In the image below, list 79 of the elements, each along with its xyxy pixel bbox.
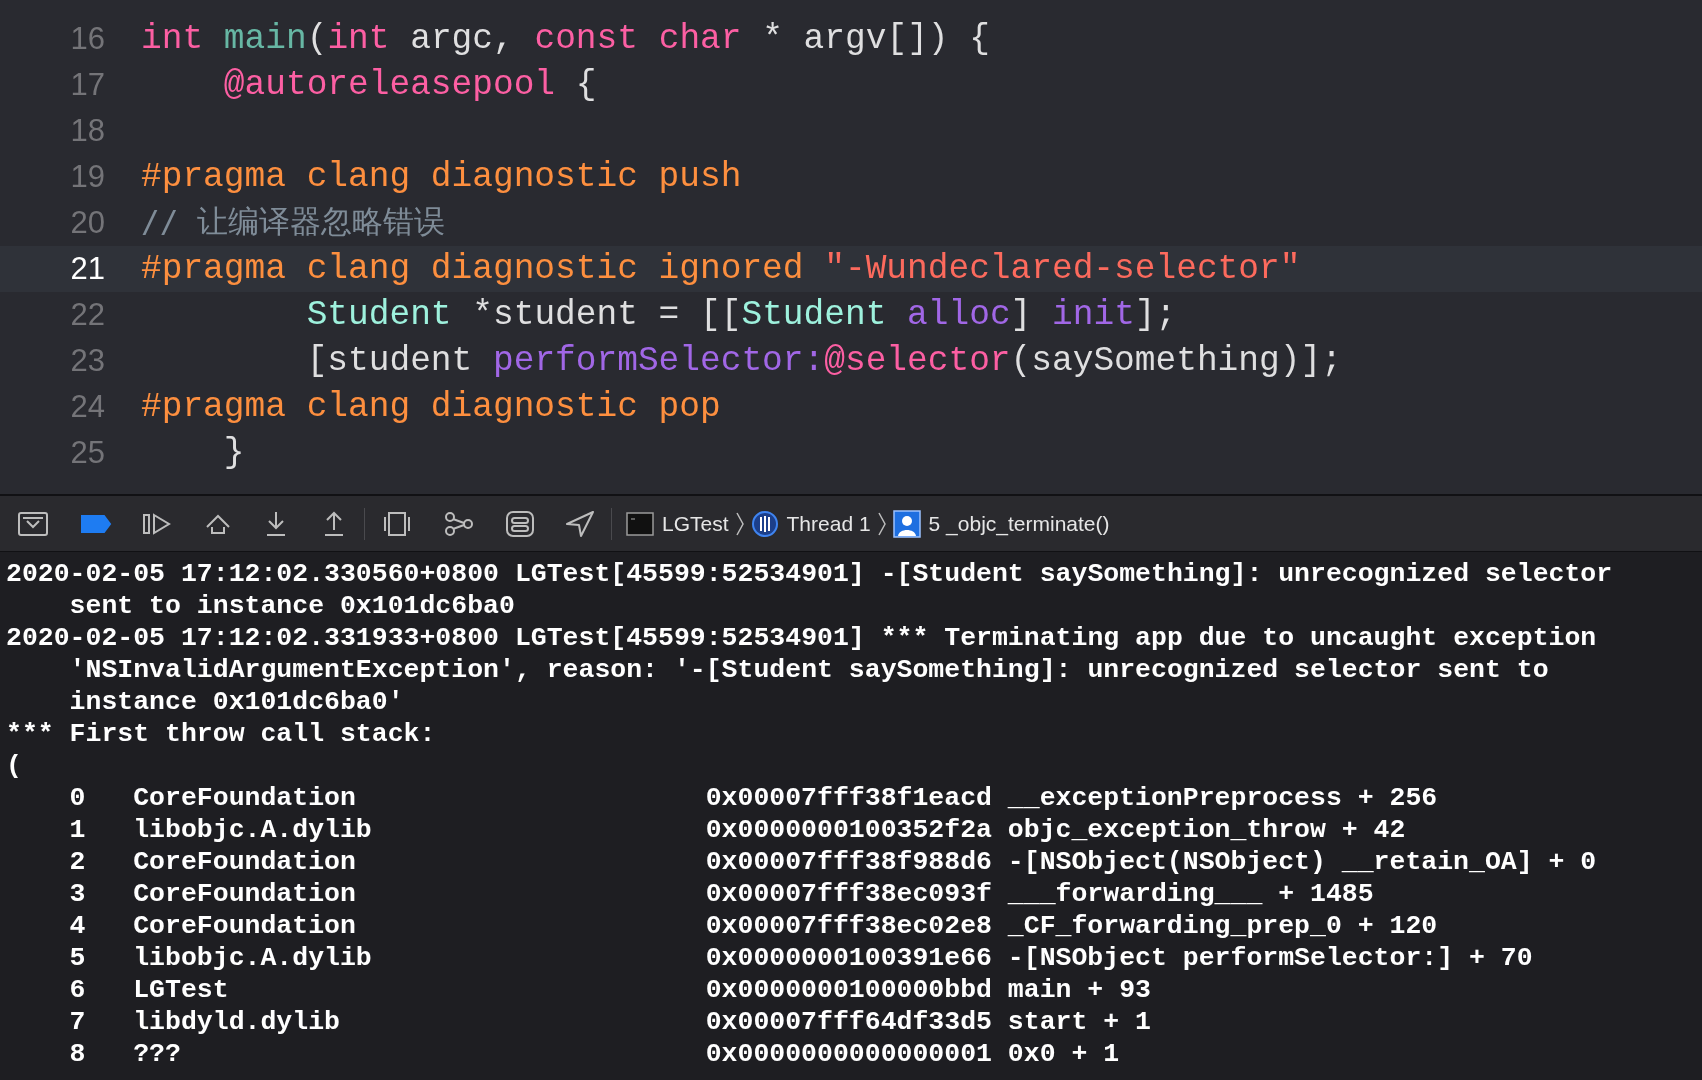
- hide-debug-area-icon[interactable]: [18, 510, 48, 537]
- code-line: #pragma clang diagnostic push: [141, 156, 742, 199]
- frame-symbol: start + 1: [1007, 1007, 1151, 1037]
- code-line: [student performSelector:@selector(saySomething)];: [305, 340, 1342, 383]
- line-number: 17: [69, 65, 105, 104]
- frame-index: 2: [69, 847, 86, 877]
- console-output-line: sent to instance 0x101dc6ba0: [69, 591, 515, 621]
- frame-address: 0x00007fff38f1eacd: [705, 783, 992, 813]
- frame-library: libdyld.dylib: [133, 1007, 340, 1037]
- console-output-line: (: [6, 751, 22, 781]
- frame-library: ???: [133, 1039, 181, 1069]
- continue-icon[interactable]: [142, 511, 172, 536]
- thread-icon: [750, 509, 779, 538]
- frame-index: 3: [69, 879, 86, 909]
- frame-library: CoreFoundation: [133, 783, 356, 813]
- console-output-line: 'NSInvalidArgumentException', reason: '-[Student saySomething]: unrecognized selector sent to: [69, 655, 1549, 685]
- frame-library: libobjc.A.dylib: [133, 943, 372, 973]
- frame-symbol: objc_exception_throw + 42: [1007, 815, 1406, 845]
- frame-symbol: _CF_forwarding_prep_0 + 120: [1007, 911, 1438, 941]
- breakpoints-toggle-icon[interactable]: [80, 513, 112, 534]
- frame-address: 0x00007fff64df33d5: [705, 1007, 992, 1037]
- frame-index: 0: [69, 783, 86, 813]
- frame-symbol: 0x0 + 1: [1007, 1039, 1120, 1069]
- frame-symbol: __exceptionPreprocess + 256: [1007, 783, 1438, 813]
- line-number: 25: [69, 433, 105, 472]
- code-line: #pragma clang diagnostic pop: [141, 386, 721, 429]
- location-arrow-icon[interactable]: [565, 509, 595, 538]
- line-number: 18: [69, 111, 105, 150]
- line-number: 16: [69, 19, 105, 58]
- breadcrumb-item[interactable]: LGTest: [662, 507, 729, 540]
- code-line: @autoreleasepool {: [222, 64, 597, 107]
- line-number: 23: [69, 341, 105, 380]
- frame-library: CoreFoundation: [133, 879, 356, 909]
- chevron-icon: [734, 510, 745, 537]
- frame-index: 6: [69, 975, 86, 1005]
- console-output-line: 2020-02-05 17:12:02.330560+0800 LGTest[45599:52534901] -[Student saySomething]: unrecognized selector: [6, 559, 1613, 589]
- frame-address: 0x0000000100000bbd: [705, 975, 992, 1005]
- user-frame-icon: [892, 509, 921, 538]
- line-number: 21: [69, 249, 105, 288]
- frame-index: 4: [69, 911, 86, 941]
- frame-symbol: main + 93: [1007, 975, 1151, 1005]
- frame-address: 0x0000000000000001: [705, 1039, 992, 1069]
- frame-library: CoreFoundation: [133, 911, 356, 941]
- chevron-icon: [876, 510, 887, 537]
- frame-index: 8: [69, 1039, 86, 1069]
- view-hierarchy-icon[interactable]: [383, 509, 411, 538]
- frame-address: 0x0000000100352f2a: [705, 815, 992, 845]
- environment-overrides-icon[interactable]: [505, 509, 535, 538]
- frame-symbol: -[NSObject(NSObject) __retain_OA] + 0: [1007, 847, 1597, 877]
- frame-address: 0x00007fff38f988d6: [705, 847, 992, 877]
- frame-address: 0x00007fff38ec02e8: [705, 911, 992, 941]
- frame-index: 1: [69, 815, 86, 845]
- code-line: int main(int argc, const char * argv[]) {: [141, 18, 990, 61]
- frame-index: 5: [69, 943, 86, 973]
- frame-library: libobjc.A.dylib: [133, 815, 372, 845]
- breadcrumb-item[interactable]: Thread 1: [786, 507, 871, 540]
- code-comment: // 让编译器忽略错误: [141, 202, 445, 242]
- console-output-line: 2020-02-05 17:12:02.331933+0800 LGTest[45599:52534901] *** Terminating app due to uncaught exception: [6, 623, 1597, 653]
- frame-address: 0x00007fff38ec093f: [705, 879, 992, 909]
- console-output-line: instance 0x101dc6ba0': [69, 687, 404, 717]
- breadcrumb-item[interactable]: 5 _objc_terminate(): [928, 507, 1110, 540]
- line-number: 20: [69, 203, 105, 242]
- console-output-line: *** First throw call stack:: [6, 719, 436, 749]
- frame-symbol: -[NSObject performSelector:] + 70: [1007, 943, 1533, 973]
- memory-graph-icon[interactable]: [443, 509, 475, 538]
- line-number: 24: [69, 387, 105, 426]
- code-line: #pragma clang diagnostic ignored "-Wundeclared-selector": [141, 248, 1301, 291]
- frame-library: LGTest: [133, 975, 229, 1005]
- code-line: Student *student = [[Student alloc] init];: [305, 294, 1177, 337]
- frame-address: 0x0000000100391e66: [705, 943, 992, 973]
- step-into-icon[interactable]: [264, 509, 288, 538]
- line-number: 22: [69, 295, 105, 334]
- code-line: }: [222, 432, 245, 475]
- frame-library: CoreFoundation: [133, 847, 356, 877]
- frame-symbol: ___forwarding___ + 1485: [1007, 879, 1374, 909]
- terminal-icon: [626, 511, 654, 536]
- line-number: 19: [69, 157, 105, 196]
- frame-index: 7: [69, 1007, 86, 1037]
- step-out-icon[interactable]: [322, 509, 346, 538]
